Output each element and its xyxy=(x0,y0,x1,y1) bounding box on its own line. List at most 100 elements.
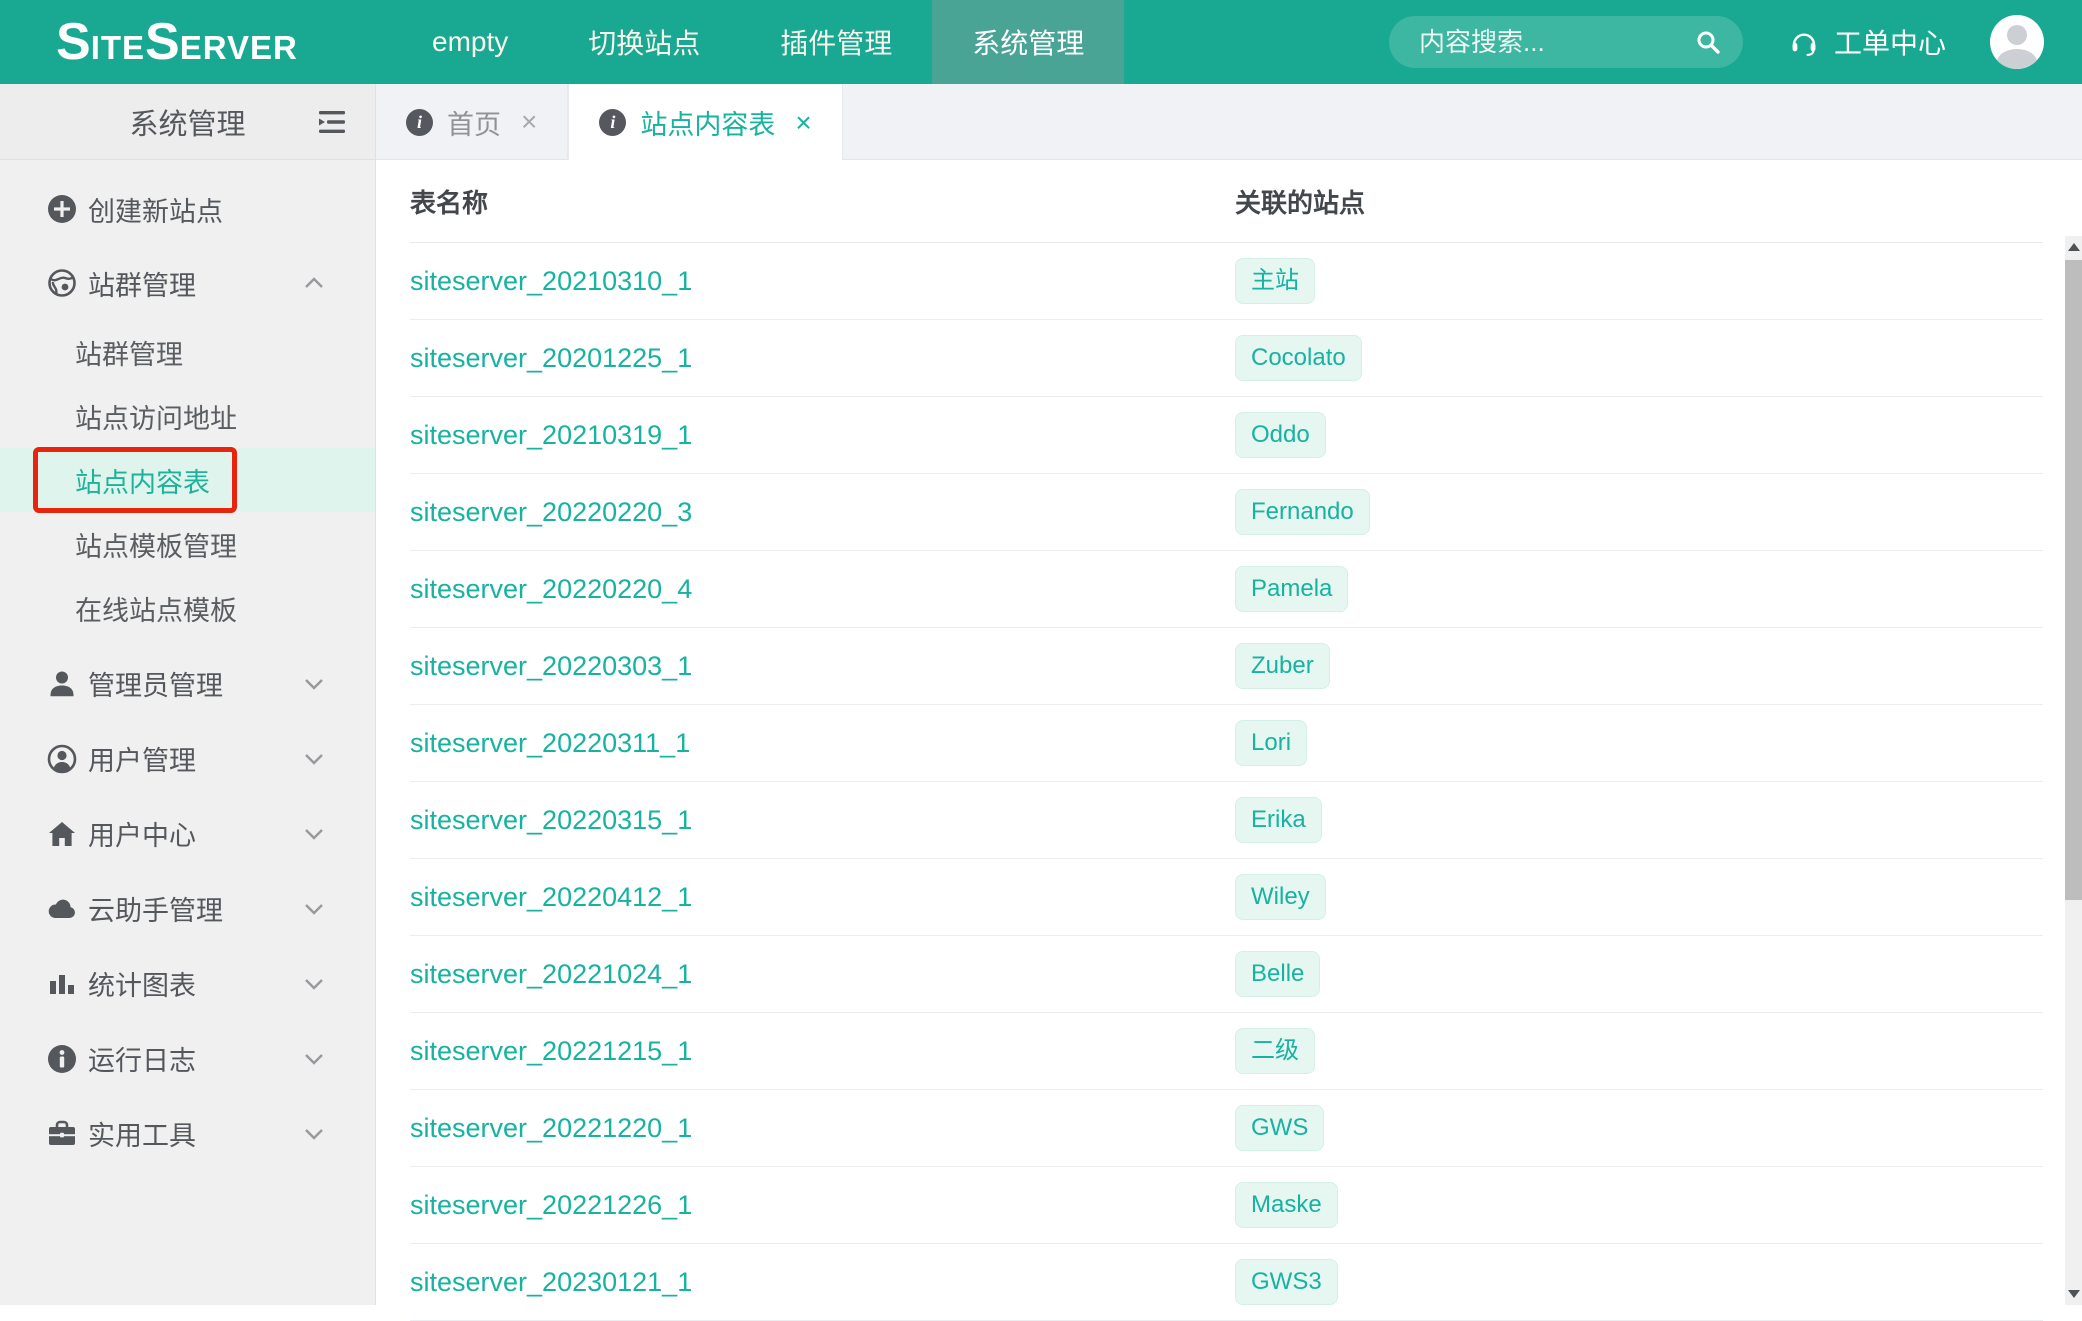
sidebar-item-创建新站点[interactable]: 创建新站点 xyxy=(0,172,375,246)
related-site-badge[interactable]: Cocolato xyxy=(1235,335,1362,381)
menu-fold-icon[interactable] xyxy=(317,108,347,136)
admin-user-icon xyxy=(46,668,78,700)
tab-close-icon[interactable]: × xyxy=(789,107,811,139)
sidebar-item-站群管理[interactable]: 站群管理 xyxy=(0,320,375,384)
related-site-badge[interactable]: Wiley xyxy=(1235,874,1326,920)
related-site-badge[interactable]: 主站 xyxy=(1235,258,1315,304)
table-name-link[interactable]: siteserver_20210319_1 xyxy=(410,420,692,451)
info-circle-icon xyxy=(46,1043,78,1075)
table-name-link[interactable]: siteserver_20220412_1 xyxy=(410,882,692,913)
sidebar-item-实用工具[interactable]: 实用工具 xyxy=(0,1096,375,1171)
table-name-link[interactable]: siteserver_20220311_1 xyxy=(410,728,690,759)
topbar: SITESERVER empty切换站点插件管理系统管理 工单中心 xyxy=(0,0,2082,84)
nav-item-empty[interactable]: empty xyxy=(392,0,548,84)
sidebar-item-运行日志[interactable]: 运行日志 xyxy=(0,1021,375,1096)
table-row: siteserver_20221226_1 Maske xyxy=(410,1167,2043,1244)
table-row: siteserver_20201225_1 Cocolato xyxy=(410,320,2043,397)
info-icon: i xyxy=(599,109,626,136)
table-row: siteserver_20220220_4 Pamela xyxy=(410,551,2043,628)
table-row: siteserver_20220311_1 Lori xyxy=(410,705,2043,782)
related-site-badge[interactable]: Erika xyxy=(1235,797,1322,843)
nav-item-插件管理[interactable]: 插件管理 xyxy=(740,0,932,84)
sidebar-item-管理员管理[interactable]: 管理员管理 xyxy=(0,646,375,721)
table-row: siteserver_20221215_1 二级 xyxy=(410,1013,2043,1090)
related-site-badge[interactable]: Maske xyxy=(1235,1182,1338,1228)
chevron-down-icon xyxy=(301,746,327,772)
table-row: siteserver_20221024_1 Belle xyxy=(410,936,2043,1013)
content-panel: 表名称 关联的站点 siteserver_20210310_1 主站 sites… xyxy=(376,160,2082,1305)
search-input[interactable] xyxy=(1419,16,1669,68)
nav-item-切换站点[interactable]: 切换站点 xyxy=(548,0,740,84)
sidebar-header: 系统管理 xyxy=(0,84,375,160)
info-icon: i xyxy=(406,109,433,136)
tab-bar: i 首页 × i 站点内容表 × xyxy=(376,84,2082,160)
table-name-link[interactable]: siteserver_20220303_1 xyxy=(410,651,692,682)
column-header-related-site: 关联的站点 xyxy=(1235,183,1365,220)
table-row: siteserver_20210310_1 主站 xyxy=(410,243,2043,320)
topbar-nav: empty切换站点插件管理系统管理 xyxy=(392,0,1124,84)
table-row: siteserver_20230121_1 GWS3 xyxy=(410,1244,2043,1321)
table-name-link[interactable]: siteserver_20210310_1 xyxy=(410,266,692,297)
scroll-up-arrow[interactable] xyxy=(2065,236,2082,258)
table-name-link[interactable]: siteserver_20220220_4 xyxy=(410,574,692,605)
table-name-link[interactable]: siteserver_20230121_1 xyxy=(410,1267,692,1298)
user-avatar[interactable] xyxy=(1990,15,2044,69)
user-circle-icon xyxy=(46,743,78,775)
chevron-down-icon xyxy=(301,821,327,847)
sidebar-item-统计图表[interactable]: 统计图表 xyxy=(0,946,375,1021)
sidebar-title: 系统管理 xyxy=(129,101,245,143)
related-site-badge[interactable]: Pamela xyxy=(1235,566,1348,612)
chevron-down-icon xyxy=(301,1121,327,1147)
table-name-link[interactable]: siteserver_20221220_1 xyxy=(410,1113,692,1144)
tab-首页[interactable]: i 首页 × xyxy=(376,84,568,160)
nav-item-系统管理[interactable]: 系统管理 xyxy=(932,0,1124,84)
sidebar-item-站点内容表[interactable]: 站点内容表 xyxy=(0,448,375,512)
related-site-badge[interactable]: Belle xyxy=(1235,951,1320,997)
table-row: siteserver_20210319_1 Oddo xyxy=(410,397,2043,474)
table-name-link[interactable]: siteserver_20220315_1 xyxy=(410,805,692,836)
sidebar: 系统管理 创建新站点 站群管理 站群管理 站点访问地址 站点内容表 站点模板管理… xyxy=(0,84,376,1305)
tab-站点内容表[interactable]: i 站点内容表 × xyxy=(568,84,842,161)
table-name-link[interactable]: siteserver_20201225_1 xyxy=(410,343,692,374)
scrollbar-thumb[interactable] xyxy=(2065,260,2082,900)
table-row: siteserver_20220315_1 Erika xyxy=(410,782,2043,859)
content-search xyxy=(1389,16,1743,68)
sidebar-item-站群管理[interactable]: 站群管理 xyxy=(0,246,375,320)
table-name-link[interactable]: siteserver_20221215_1 xyxy=(410,1036,692,1067)
related-site-badge[interactable]: Lori xyxy=(1235,720,1307,766)
table-name-link[interactable]: siteserver_20220220_3 xyxy=(410,497,692,528)
sidebar-item-站点模板管理[interactable]: 站点模板管理 xyxy=(0,512,375,576)
sidebar-item-用户中心[interactable]: 用户中心 xyxy=(0,796,375,871)
siteserver-logo[interactable]: SITESERVER xyxy=(56,0,298,84)
main-area: i 首页 × i 站点内容表 × 表名称 关联的站点 siteserver_20… xyxy=(376,84,2082,1305)
sidebar-item-在线站点模板[interactable]: 在线站点模板 xyxy=(0,576,375,640)
sidebar-menu: 创建新站点 站群管理 站群管理 站点访问地址 站点内容表 站点模板管理 在线站点… xyxy=(0,160,375,1171)
table-body: siteserver_20210310_1 主站 siteserver_2020… xyxy=(376,243,2082,1321)
headset-icon xyxy=(1788,26,1820,58)
table-row: siteserver_20220303_1 Zuber xyxy=(410,628,2043,705)
sidebar-item-云助手管理[interactable]: 云助手管理 xyxy=(0,871,375,946)
globe-icon xyxy=(46,267,78,299)
related-site-badge[interactable]: Oddo xyxy=(1235,412,1326,458)
vertical-scrollbar[interactable] xyxy=(2065,236,2082,1305)
related-site-badge[interactable]: Zuber xyxy=(1235,643,1330,689)
search-icon[interactable] xyxy=(1695,29,1721,55)
column-header-table-name: 表名称 xyxy=(410,183,488,220)
sidebar-item-站点访问地址[interactable]: 站点访问地址 xyxy=(0,384,375,448)
related-site-badge[interactable]: GWS3 xyxy=(1235,1259,1338,1305)
chevron-up-icon xyxy=(301,270,327,296)
table-name-link[interactable]: siteserver_20221024_1 xyxy=(410,959,692,990)
chevron-down-icon xyxy=(301,1046,327,1072)
avatar-body xyxy=(1997,49,2037,69)
cloud-icon xyxy=(46,893,78,925)
scroll-down-arrow[interactable] xyxy=(2065,1283,2082,1305)
table-name-link[interactable]: siteserver_20221226_1 xyxy=(410,1190,692,1221)
tab-close-icon[interactable]: × xyxy=(515,106,537,138)
table-header-row: 表名称 关联的站点 xyxy=(410,160,2043,243)
related-site-badge[interactable]: GWS xyxy=(1235,1105,1324,1151)
related-site-badge[interactable]: Fernando xyxy=(1235,489,1370,535)
related-site-badge[interactable]: 二级 xyxy=(1235,1028,1315,1074)
home-icon xyxy=(46,818,78,850)
ticket-center-button[interactable]: 工单中心 xyxy=(1788,0,1946,84)
sidebar-item-用户管理[interactable]: 用户管理 xyxy=(0,721,375,796)
